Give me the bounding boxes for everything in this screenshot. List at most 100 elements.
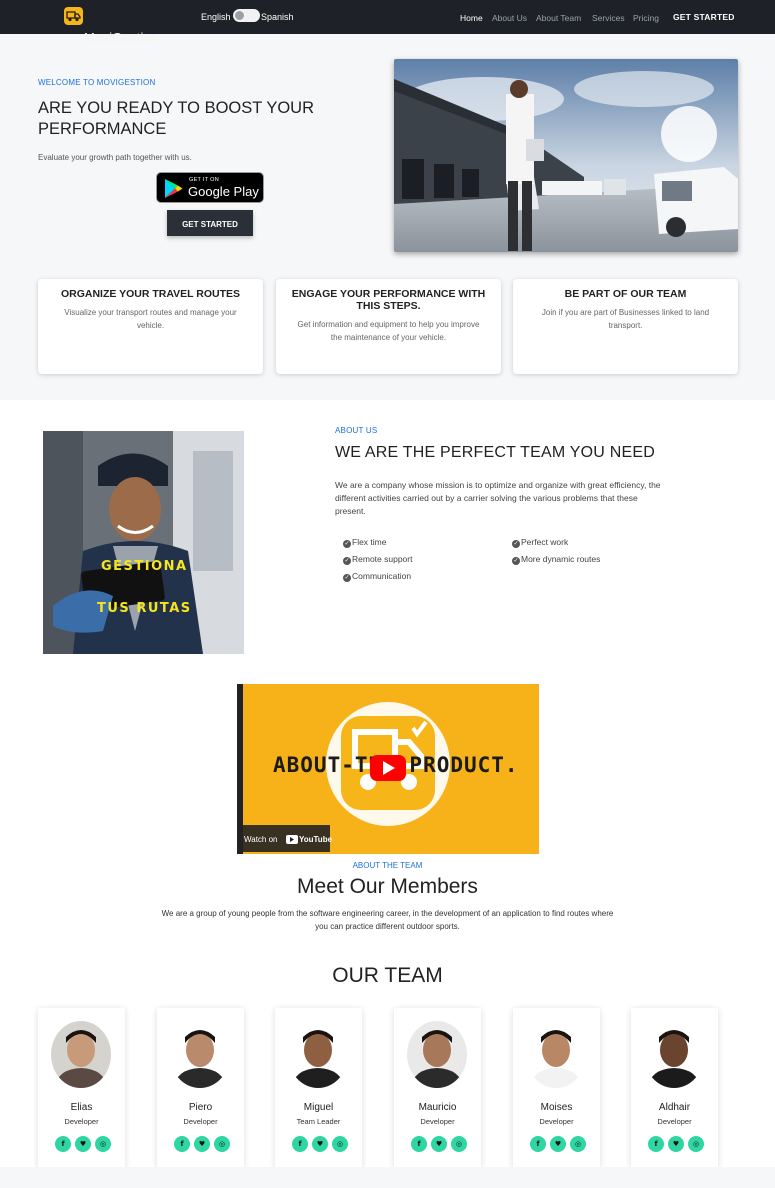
google-play-icon [165,179,183,198]
check-circle-icon: ✓ [343,574,351,582]
youtube-text: YouTube [299,835,333,844]
language-english-label: English [201,12,231,22]
about-image-text-2: TUS RUTAS [97,601,192,616]
facebook-icon[interactable]: f [174,1136,190,1152]
about-description: We are a company whose mission is to opt… [335,480,661,516]
product-video-embed[interactable]: ABOUT-THE PRODUCT. Watch on YouTube [237,684,539,854]
member-role: Developer [657,1117,692,1126]
twitter-icon[interactable]: ♥ [312,1136,328,1152]
nav-get-started-button[interactable]: GET STARTED [673,12,735,22]
social-links: f ♥ ◎ [172,1136,232,1153]
feature-description: Get information and equipment to help yo… [297,320,480,342]
member-name: Elias [70,1102,93,1113]
toggle-knob [235,11,244,20]
feature-card-team: BE PART OF OUR TEAM Join if you are part… [513,279,738,374]
watch-on-text: Watch on [244,835,278,844]
check-item: ✓ Remote support [343,554,413,565]
about-eyebrow: ABOUT US [335,426,378,435]
member-role: Developer [183,1117,218,1126]
hero-title: ARE YOU READY TO BOOST YOUR PERFORMANCE [38,99,315,138]
hero-get-started-button[interactable]: GET STARTED [167,210,253,236]
twitter-icon[interactable]: ♥ [668,1136,684,1152]
feature-title: BE PART OF OUR TEAM [564,288,687,300]
language-toggle[interactable] [233,9,260,22]
hero-photo [394,59,738,252]
member-role: Team Leader [296,1117,341,1126]
facebook-icon[interactable]: f [648,1136,664,1152]
store-big-text: Google Play [188,184,259,199]
team-member-card: Miguel Team Leader f ♥ ◎ [275,1008,362,1168]
member-name: Aldhair [658,1102,691,1113]
check-item: ✓ Flex time [343,537,387,548]
nav-about-team[interactable]: About Team [536,13,581,23]
nav-services[interactable]: Services [592,13,625,23]
truck-logo-icon[interactable] [64,7,83,25]
social-links: f ♥ ◎ [646,1136,706,1153]
avatar [644,1021,704,1088]
avatar [407,1021,467,1088]
member-role: Developer [420,1117,455,1126]
about-image-text-1: GESTIONA [101,559,188,574]
feature-card-performance: ENGAGE YOUR PERFORMANCE WITH THIS STEPS.… [276,279,501,374]
instagram-icon[interactable]: ◎ [332,1136,348,1152]
nav-about-us[interactable]: About Us [492,13,527,23]
member-name: Moises [540,1102,573,1113]
facebook-icon[interactable]: f [411,1136,427,1152]
check-circle-icon: ✓ [512,557,520,565]
social-links: f ♥ ◎ [53,1136,113,1153]
avatar [288,1021,348,1088]
feature-title: ORGANIZE YOUR TRAVEL ROUTES [60,288,241,300]
team-description: We are a group of young people from the … [161,909,614,931]
twitter-icon[interactable]: ♥ [194,1136,210,1152]
instagram-icon[interactable]: ◎ [451,1136,467,1152]
check-circle-icon: ✓ [512,540,520,548]
team-member-card: Moises Developer f ♥ ◎ [513,1008,600,1168]
instagram-icon[interactable]: ◎ [214,1136,230,1152]
instagram-icon[interactable]: ◎ [95,1136,111,1152]
member-name: Miguel [303,1102,334,1113]
twitter-icon[interactable]: ♥ [550,1136,566,1152]
team-title: Meet Our Members [297,875,478,898]
twitter-icon[interactable]: ♥ [75,1136,91,1152]
instagram-icon[interactable]: ◎ [688,1136,704,1152]
top-navbar: English Spanish Home About Us About Team… [0,0,775,34]
feature-card-routes: ORGANIZE YOUR TRAVEL ROUTES Visualize yo… [38,279,263,374]
team-member-card: Aldhair Developer f ♥ ◎ [631,1008,718,1168]
check-item: ✓ Perfect work [512,537,569,548]
brand-name[interactable]: MoviGestion [84,30,158,45]
check-item: ✓ More dynamic routes [512,554,601,565]
member-name: Piero [188,1102,213,1113]
member-name: Mauricio [418,1102,457,1113]
member-role: Developer [64,1117,99,1126]
team-member-card: Piero Developer f ♥ ◎ [157,1008,244,1168]
hero-subtitle: Evaluate your growth path together with … [38,153,192,162]
footer-band [0,1167,775,1188]
instagram-icon[interactable]: ◎ [570,1136,586,1152]
check-circle-icon: ✓ [343,540,351,548]
facebook-icon[interactable]: f [55,1136,71,1152]
language-spanish-label: Spanish [261,12,294,22]
google-play-badge[interactable]: GET IT ON Google Play [156,172,264,203]
team-eyebrow: ABOUT THE TEAM [352,861,423,870]
avatar [170,1021,230,1088]
member-role: Developer [539,1117,574,1126]
about-title: WE ARE THE PERFECT TEAM YOU NEED [335,444,655,461]
video-side-bar [237,684,243,854]
social-links: f ♥ ◎ [528,1136,588,1153]
avatar [526,1021,586,1088]
store-small-text: GET IT ON [189,177,220,183]
facebook-icon[interactable]: f [292,1136,308,1152]
social-links: f ♥ ◎ [409,1136,469,1153]
twitter-icon[interactable]: ♥ [431,1136,447,1152]
nav-pricing[interactable]: Pricing [633,13,659,23]
feature-title: ENGAGE YOUR PERFORMANCE WITH THIS STEPS. [291,288,486,312]
check-item: ✓ Communication [343,571,412,582]
feature-description: Visualize your transport routes and mana… [64,308,237,330]
avatar [51,1021,111,1088]
hero-eyebrow: WELCOME TO MOVIGESTION [38,78,156,87]
feature-description: Join if you are part of Businesses linke… [541,308,710,330]
team-member-card: Mauricio Developer f ♥ ◎ [394,1008,481,1168]
facebook-icon[interactable]: f [530,1136,546,1152]
social-links: f ♥ ◎ [290,1136,350,1153]
nav-home[interactable]: Home [460,13,483,23]
